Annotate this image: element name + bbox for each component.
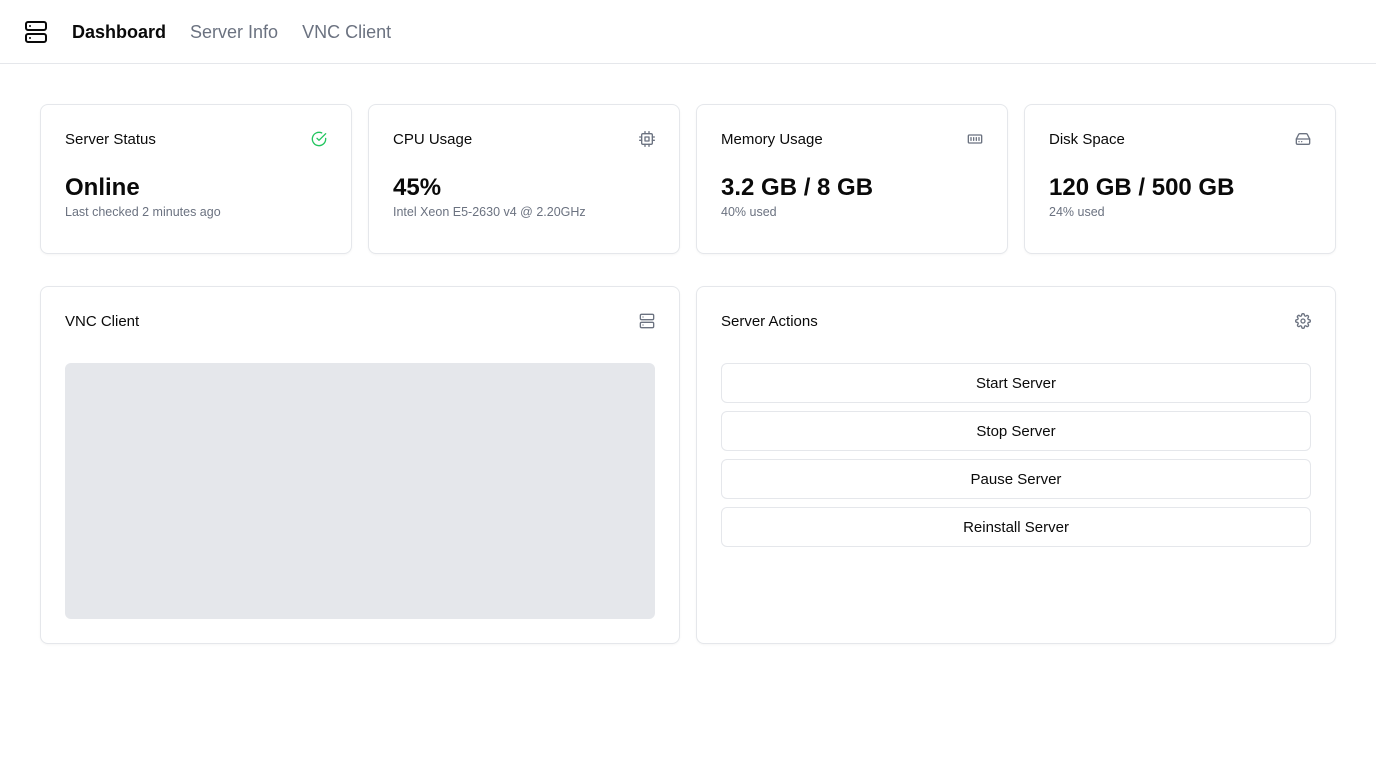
memory-usage-subtext: 40% used bbox=[721, 205, 777, 219]
card-title: Memory Usage bbox=[721, 130, 823, 148]
nav-server-info[interactable]: Server Info bbox=[190, 20, 278, 44]
action-buttons: Start Server Stop Server Pause Server Re… bbox=[721, 363, 1311, 547]
memory-usage-value: 3.2 GB / 8 GB bbox=[721, 174, 874, 201]
check-circle-icon bbox=[311, 131, 327, 147]
reinstall-server-button[interactable]: Reinstall Server bbox=[721, 507, 1311, 547]
gear-icon bbox=[1295, 313, 1311, 329]
card-title: Server Status bbox=[65, 130, 156, 148]
card-title: Disk Space bbox=[1049, 130, 1125, 148]
stop-server-button[interactable]: Stop Server bbox=[721, 411, 1311, 451]
cpu-model-subtext: Intel Xeon E5-2630 v4 @ 2.20GHz bbox=[393, 205, 586, 219]
cpu-usage-value: 45% bbox=[393, 174, 442, 201]
main-nav: Dashboard Server Info VNC Client bbox=[72, 20, 391, 44]
cpu-usage-card: CPU Usage 45% Intel Xeon E5-2630 v4 @ 2.… bbox=[368, 104, 680, 254]
start-server-button[interactable]: Start Server bbox=[721, 363, 1311, 403]
card-title: CPU Usage bbox=[393, 130, 473, 148]
memory-stick-icon bbox=[967, 131, 983, 147]
lower-row: VNC Client Server Actions Start Server S… bbox=[40, 286, 1336, 644]
stats-row: Server Status Online Last checked 2 minu… bbox=[40, 104, 1336, 254]
panel-title: Server Actions bbox=[721, 312, 818, 330]
server-status-value: Online bbox=[65, 174, 140, 201]
hard-drive-icon bbox=[1295, 131, 1311, 147]
pause-server-button[interactable]: Pause Server bbox=[721, 459, 1311, 499]
dashboard-main: Server Status Online Last checked 2 minu… bbox=[0, 64, 1376, 644]
cpu-icon bbox=[639, 131, 655, 147]
server-icon bbox=[639, 313, 655, 329]
server-status-subtext: Last checked 2 minutes ago bbox=[65, 205, 221, 219]
vnc-screen[interactable] bbox=[65, 363, 655, 619]
disk-space-subtext: 24% used bbox=[1049, 205, 1105, 219]
server-icon[interactable] bbox=[24, 20, 48, 44]
server-status-card: Server Status Online Last checked 2 minu… bbox=[40, 104, 352, 254]
memory-usage-card: Memory Usage 3.2 GB / 8 GB 40% used bbox=[696, 104, 1008, 254]
disk-space-value: 120 GB / 500 GB bbox=[1049, 174, 1235, 201]
vnc-client-panel: VNC Client bbox=[40, 286, 680, 644]
panel-title: VNC Client bbox=[65, 312, 140, 330]
top-navbar: Dashboard Server Info VNC Client bbox=[0, 0, 1376, 64]
disk-space-card: Disk Space 120 GB / 500 GB 24% used bbox=[1024, 104, 1336, 254]
server-actions-panel: Server Actions Start Server Stop Server … bbox=[696, 286, 1336, 644]
nav-dashboard[interactable]: Dashboard bbox=[72, 20, 166, 44]
nav-vnc-client[interactable]: VNC Client bbox=[302, 20, 391, 44]
